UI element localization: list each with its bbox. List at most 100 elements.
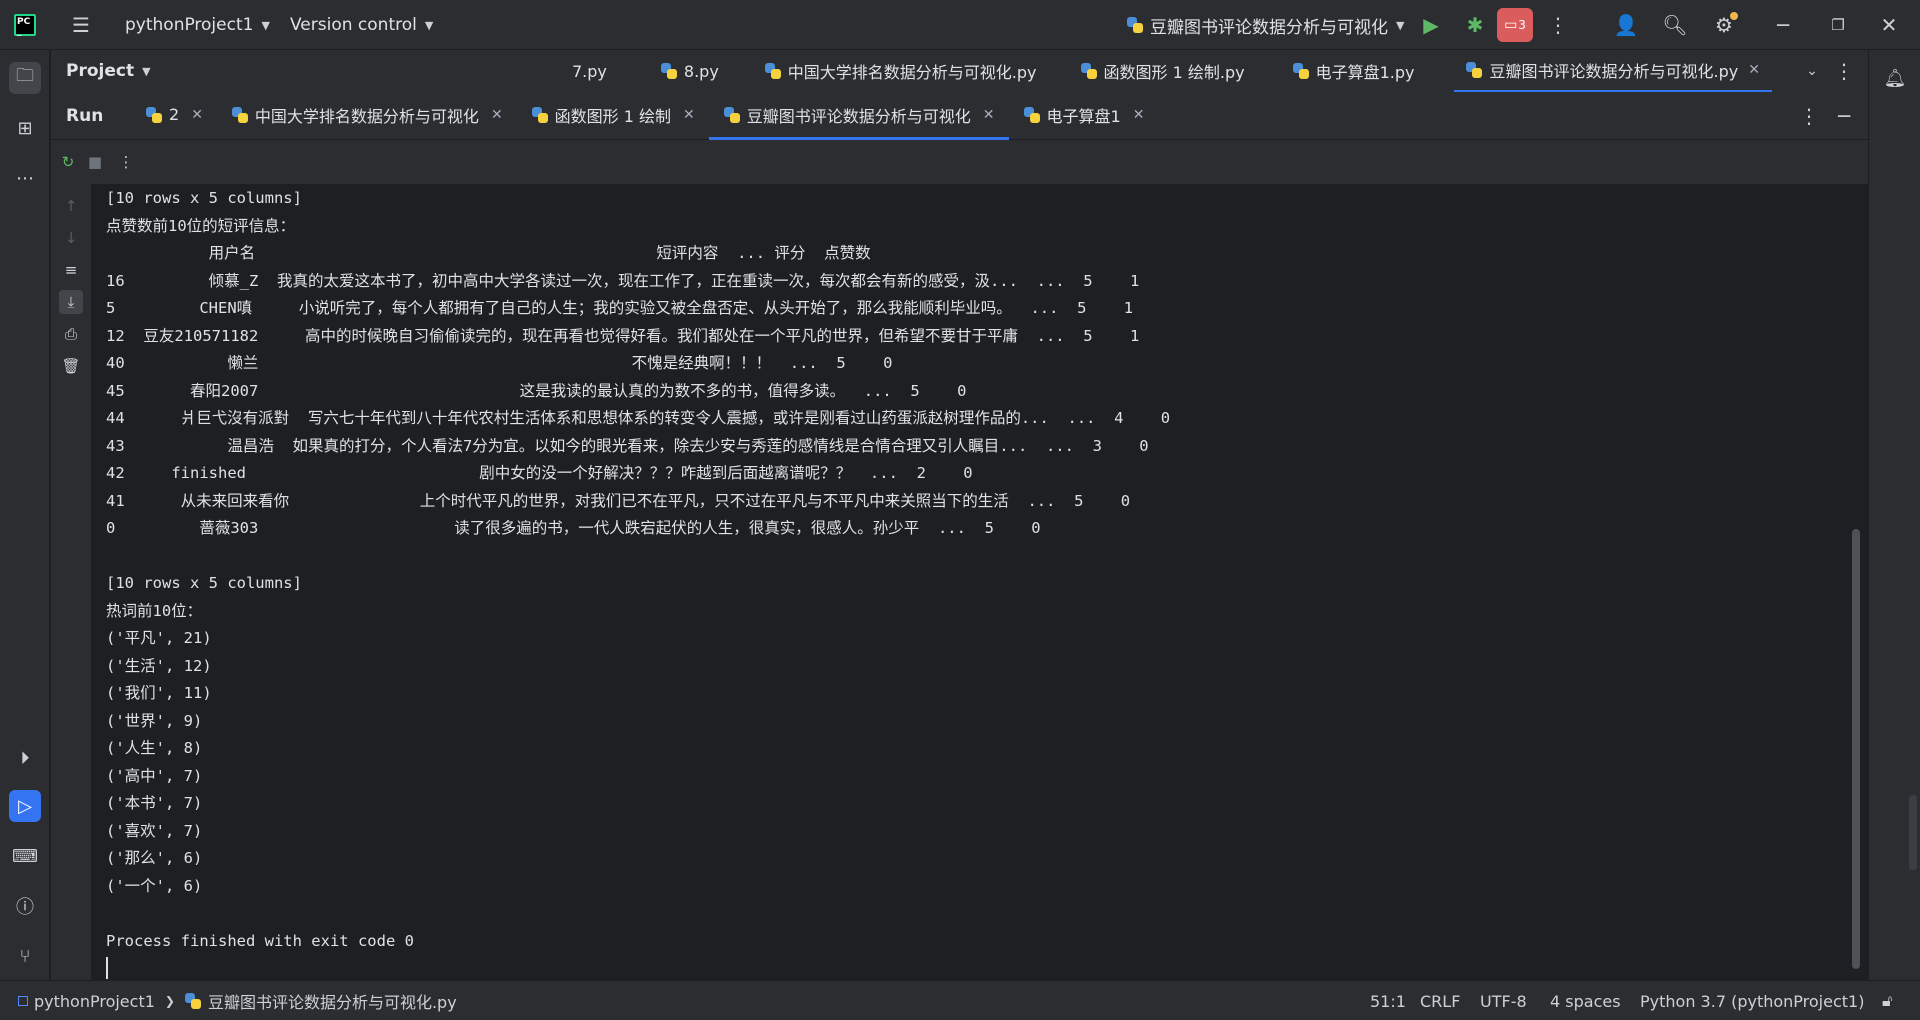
close-tab-icon[interactable]: ✕ — [1748, 62, 1760, 78]
git-tool-icon[interactable]: ⑂ — [9, 940, 41, 972]
run-tab[interactable]: 中国大学排名数据分析与可视化 ✕ — [217, 92, 517, 140]
console-output[interactable]: [10 rows x 5 columns] 点赞数前10位的短评信息： 用户名 … — [91, 184, 1868, 980]
search-icon[interactable]: 🔍︎ — [1662, 12, 1688, 38]
console-line: 12 豆友210571182 高中的时候晚自习偷偷读完的，现在再看也觉得好看。我… — [106, 326, 1140, 345]
run-tool-icon[interactable]: ▷ — [9, 790, 41, 822]
python-file-icon — [764, 63, 781, 79]
scroll-down-icon[interactable]: ↓ — [59, 226, 83, 250]
project-name: pythonProject1 — [125, 15, 254, 35]
file-encoding[interactable]: UTF-8 — [1480, 981, 1527, 1020]
console-scrollbar[interactable] — [1852, 529, 1860, 969]
chevron-right-icon: ❯ — [164, 994, 175, 1008]
project-panel-toggle[interactable]: Project ▼ — [66, 50, 151, 92]
console-line: 41 从未来回来看你 上个时代平凡的世界，对我们已不在平凡，只不过在平凡与不平凡… — [106, 491, 1131, 510]
editor-tab-label: 函数图形 1 绘制.py — [1103, 63, 1245, 82]
close-tab-icon[interactable]: ✕ — [191, 107, 203, 123]
close-tab-icon[interactable]: ✕ — [983, 107, 995, 123]
close-tab-icon[interactable]: ✕ — [491, 107, 503, 123]
console-line: 45 春阳2007 这是我读的最认真的为数不多的书，值得多读。 ... 5 0 — [106, 381, 967, 400]
console-line: 40 懒兰 不愧是经典啊！！！ ... 5 0 — [106, 354, 893, 372]
breadcrumb-file[interactable]: 豆瓣图书评论数据分析与可视化.py — [208, 989, 457, 1013]
chevron-down-icon: ▼ — [424, 18, 434, 32]
more-actions-icon[interactable]: ⋮ — [1545, 12, 1571, 38]
project-tool-icon[interactable]: 🗀 — [9, 62, 41, 94]
notifications-bell-icon[interactable]: 🔔︎ — [1879, 62, 1911, 94]
tabs-dropdown-icon[interactable]: ⌄ — [1799, 58, 1825, 84]
python-run-icon — [531, 106, 548, 123]
settings-gear-icon[interactable]: ⚙ — [1711, 12, 1738, 38]
clear-trash-icon[interactable]: 🗑︎ — [59, 354, 83, 378]
project-switcher[interactable]: pythonProject1 ▼ — [125, 0, 270, 50]
python-interpreter[interactable]: Python 3.7 (pythonProject1) — [1640, 981, 1864, 1020]
python-file-icon — [1080, 63, 1097, 79]
console-line: 42 finished 剧中女的没一个好解决？？？咋越到后面越离谱呢？？ ...… — [106, 464, 973, 482]
console-line: ('我们', 11) — [106, 684, 212, 702]
editor-tab-active[interactable]: 豆瓣图书评论数据分析与可视化.py ✕ — [1454, 50, 1772, 92]
console-line: Process finished with exit code 0 — [106, 931, 414, 950]
chevron-down-icon: ▼ — [1396, 18, 1405, 32]
structure-tool-icon[interactable]: ⊞ — [9, 112, 41, 144]
run-tab-label: 中国大学排名数据分析与可视化 — [254, 106, 479, 126]
services-tool-icon[interactable]: ⏵ — [9, 742, 41, 774]
stop-icon[interactable]: ■ — [83, 150, 107, 174]
run-tab[interactable]: 函数图形 1 绘制 ✕ — [517, 92, 709, 140]
indent-setting[interactable]: 4 spaces — [1550, 981, 1621, 1020]
caret-position[interactable]: 51:1 — [1370, 981, 1406, 1020]
update-dot-icon — [1730, 12, 1738, 20]
rerun-icon[interactable]: ↻ — [56, 150, 80, 174]
editor-tab[interactable]: 中国大学排名数据分析与可视化.py — [753, 50, 1049, 92]
editor-tab[interactable]: 7.py — [564, 50, 619, 92]
minimize-icon[interactable]: ─ — [1770, 12, 1796, 38]
run-config-selector[interactable]: 豆瓣图书评论数据分析与可视化 ▼ — [1127, 0, 1404, 50]
console-input-line[interactable] — [91, 957, 1868, 979]
run-panel-title: Run — [66, 106, 104, 126]
more-tools-icon[interactable]: ⋯ — [9, 162, 41, 194]
stop-processes-button[interactable]: ▭ 3 — [1497, 8, 1533, 42]
restore-icon[interactable]: ❐ — [1825, 12, 1851, 38]
hide-panel-icon[interactable]: ─ — [1831, 103, 1857, 129]
editor-tab-label: 8.py — [683, 61, 719, 81]
left-tool-strip: 🗀 ⊞ ⋯ ⏵ ▷ ⌨ ⓘ ⑂ — [0, 50, 50, 980]
pycharm-logo-icon[interactable]: PC _ — [14, 14, 36, 37]
editor-tab-label: 电子算盘1.py — [1315, 63, 1415, 82]
console-text: [10 rows x 5 columns] 点赞数前10位的短评信息： 用户名 … — [91, 184, 1868, 955]
debug-icon[interactable]: ✱ — [1462, 12, 1488, 38]
run-tab-label: 2 — [169, 105, 180, 124]
soft-wrap-icon[interactable]: ≡ — [59, 258, 83, 282]
editor-tab[interactable]: 8.py — [649, 50, 731, 92]
console-line: 用户名 短评内容 ... 评分 点赞数 — [106, 244, 871, 262]
lock-icon[interactable]: 🔓︎ — [1882, 981, 1892, 1020]
console-side-toolbar: ↑ ↓ ≡ ⤓ ⎙ 🗑︎ — [51, 184, 91, 980]
run-tab-active[interactable]: 豆瓣图书评论数据分析与可视化 ✕ — [708, 92, 1009, 140]
console-line: 0 蔷薇303 读了很多遍的书，一代人跌宕起伏的人生，很真实，很感人。孙少平 .… — [106, 519, 1041, 537]
close-tab-icon[interactable]: ✕ — [1133, 107, 1145, 123]
code-with-me-icon[interactable]: 👤 — [1613, 12, 1639, 38]
main-menu-icon[interactable]: ☰ — [68, 12, 94, 38]
run-panel-more-icon[interactable]: ⋮ — [1796, 103, 1822, 129]
editor-tab[interactable]: 函数图形 1 绘制.py — [1069, 50, 1257, 92]
run-tab-label: 电子算盘1 — [1046, 106, 1121, 126]
console-line: ('世界', 9) — [106, 711, 203, 730]
editor-more-icon[interactable]: ⋮ — [1831, 58, 1857, 84]
breadcrumb-project[interactable]: pythonProject1 — [34, 992, 155, 1011]
print-icon[interactable]: ⎙ — [59, 322, 83, 346]
close-tab-icon[interactable]: ✕ — [683, 107, 695, 123]
vcs-label: Version control — [290, 15, 417, 35]
console-line: [10 rows x 5 columns] — [106, 189, 302, 207]
run-tab[interactable]: 电子算盘1 ✕ — [1009, 92, 1159, 140]
console-line: ('人生', 8) — [106, 739, 203, 757]
stop-icon: ▭ — [1504, 17, 1518, 33]
editor-tab[interactable]: 电子算盘1.py — [1281, 50, 1427, 92]
console-more-icon[interactable]: ⋮ — [114, 150, 138, 174]
close-window-icon[interactable]: ✕ — [1876, 12, 1902, 38]
vcs-menu[interactable]: Version control ▼ — [290, 0, 433, 50]
scroll-up-icon[interactable]: ↑ — [59, 194, 83, 218]
python-file-icon — [1292, 63, 1309, 79]
run-tab[interactable]: 2 ✕ — [131, 92, 217, 140]
python-run-icon — [1023, 106, 1040, 123]
problems-tool-icon[interactable]: ⓘ — [9, 890, 41, 922]
line-separator[interactable]: CRLF — [1420, 981, 1460, 1020]
terminal-tool-icon[interactable]: ⌨ — [9, 840, 41, 872]
scroll-to-end-icon[interactable]: ⤓ — [59, 290, 83, 314]
run-icon[interactable]: ▶ — [1418, 12, 1444, 38]
